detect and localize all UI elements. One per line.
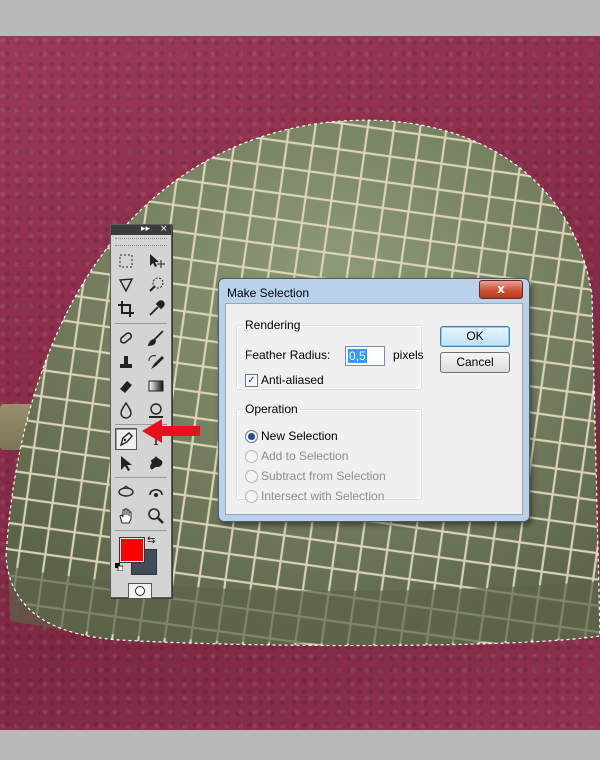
- panel-grip[interactable]: [115, 238, 167, 246]
- eraser-icon[interactable]: [115, 375, 137, 397]
- clone-stamp-icon[interactable]: [115, 351, 137, 373]
- feather-radius-input[interactable]: 0,5: [345, 346, 385, 366]
- 3d-rotate-icon[interactable]: [115, 481, 137, 503]
- crop-icon[interactable]: [115, 298, 137, 320]
- move-icon[interactable]: [145, 250, 167, 272]
- red-arrow-annotation: [142, 419, 200, 443]
- new-selection-label: New Selection: [261, 429, 338, 443]
- swap-colors-icon[interactable]: ⇆: [147, 535, 155, 546]
- quick-selection-icon[interactable]: [145, 274, 167, 296]
- intersect-with-selection-label: Intersect with Selection: [261, 489, 385, 503]
- foreground-color-swatch[interactable]: [119, 537, 145, 563]
- cancel-button[interactable]: Cancel: [440, 352, 510, 373]
- hand-icon[interactable]: [115, 505, 137, 527]
- tools-panel-header[interactable]: ▸▸ ×: [111, 224, 171, 235]
- anti-aliased-label: Anti-aliased: [261, 373, 324, 387]
- close-button[interactable]: x: [479, 280, 523, 299]
- zoom-icon[interactable]: [145, 505, 167, 527]
- operation-group: Operation New Selection Add to Selection…: [236, 402, 422, 503]
- history-brush-icon[interactable]: [145, 351, 167, 373]
- 3d-orbit-icon[interactable]: [145, 481, 167, 503]
- rendering-group: Rendering Feather Radius: 0,5 pixels ✓ A…: [236, 318, 424, 390]
- eyedropper-icon[interactable]: [145, 298, 167, 320]
- feather-radius-label: Feather Radius:: [245, 348, 331, 362]
- intersect-with-selection-radio[interactable]: [245, 490, 258, 503]
- tools-panel: ▸▸ × T ⇆: [110, 224, 172, 599]
- custom-shape-icon[interactable]: [145, 452, 167, 474]
- lasso-icon[interactable]: [115, 274, 137, 296]
- default-colors-icon[interactable]: [115, 563, 123, 571]
- quick-mask-button[interactable]: [128, 583, 152, 599]
- quick-mask-icon: [135, 586, 145, 596]
- operation-legend: Operation: [245, 402, 298, 416]
- subtract-from-selection-label: Subtract from Selection: [261, 469, 386, 483]
- new-selection-radio[interactable]: [245, 430, 258, 443]
- collapse-panel-button[interactable]: ▸▸: [141, 224, 150, 234]
- gradient-icon[interactable]: [145, 375, 167, 397]
- anti-aliased-checkbox[interactable]: ✓: [245, 374, 258, 387]
- add-to-selection-radio[interactable]: [245, 450, 258, 463]
- rendering-legend: Rendering: [245, 318, 301, 332]
- add-to-selection-label: Add to Selection: [261, 449, 349, 463]
- make-selection-dialog: Make Selection x Rendering Feather Radiu…: [218, 278, 530, 522]
- blur-icon[interactable]: [115, 399, 137, 421]
- marquee-icon[interactable]: [115, 250, 137, 272]
- close-panel-button[interactable]: ×: [160, 224, 168, 234]
- subtract-from-selection-radio[interactable]: [245, 470, 258, 483]
- path-selection-icon[interactable]: [115, 452, 137, 474]
- pen-icon[interactable]: [115, 428, 137, 450]
- color-swatches: ⇆: [111, 533, 171, 599]
- ok-button[interactable]: OK: [440, 326, 510, 347]
- dialog-client-area: Rendering Feather Radius: 0,5 pixels ✓ A…: [225, 303, 523, 515]
- brush-icon[interactable]: [145, 327, 167, 349]
- feather-unit-label: pixels: [393, 348, 424, 362]
- dialog-title: Make Selection: [227, 286, 310, 300]
- spot-healing-icon[interactable]: [115, 327, 137, 349]
